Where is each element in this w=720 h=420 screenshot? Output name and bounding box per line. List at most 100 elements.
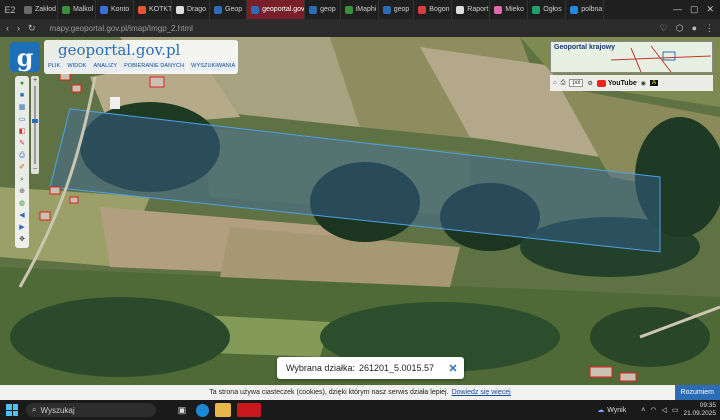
windows-taskbar: ⌕ Wyszukaj ▣ ☁ Wynik ˄ ◠ ◁ ▭ 09:35 21.09.… xyxy=(0,400,720,420)
tab-favicon-icon xyxy=(100,5,108,14)
tab-favicon-icon xyxy=(251,5,260,14)
contrast-icon[interactable]: A xyxy=(650,80,659,86)
layers-icon[interactable]: ■ xyxy=(17,90,27,101)
browser-tab[interactable]: iMaphi xyxy=(341,0,379,19)
globe-icon[interactable]: ◍ xyxy=(17,198,27,209)
weather-icon: ☁ xyxy=(597,407,605,414)
forward-arrow-icon[interactable]: ▶ xyxy=(17,222,27,233)
zoom-track[interactable] xyxy=(32,86,38,164)
language-select[interactable]: pol xyxy=(569,79,584,87)
back-icon[interactable]: ‹ xyxy=(6,23,9,33)
search-icon[interactable]: ⌕ xyxy=(17,174,27,185)
profile-icon[interactable]: ● xyxy=(692,23,697,33)
settings-icon[interactable]: ⚙ xyxy=(587,80,592,87)
minimize-icon[interactable]: — xyxy=(673,4,682,15)
network-icon[interactable]: ◠ xyxy=(650,406,656,414)
url-field[interactable]: mapy.geoportal.gov.pl/imap/Imgp_2.html xyxy=(50,24,193,33)
active-app-icon[interactable] xyxy=(237,403,261,417)
extensions-icon[interactable]: ⬡ xyxy=(676,23,684,34)
browser-tab[interactable]: Zakłod xyxy=(20,0,58,19)
volume-icon[interactable]: ◁ xyxy=(661,406,666,414)
menu-plik[interactable]: PLIK xyxy=(46,61,63,71)
menu-pobieranie-danych[interactable]: POBIERANIE DANYCH xyxy=(122,61,187,71)
tab-label: KOTKT xyxy=(149,6,172,13)
print-icon[interactable]: ⎙ xyxy=(17,150,27,161)
tab-label: Ogłos xyxy=(543,6,562,13)
edit-icon[interactable]: ✐ xyxy=(17,162,27,173)
window-controls: — ▢ ✕ xyxy=(673,4,720,15)
youtube-icon xyxy=(596,79,606,87)
main-menu: PLIK WIDOK ANALIZY POBIERANIE DANYCH WYS… xyxy=(46,61,238,71)
cookie-accept-button[interactable]: Rozumiem xyxy=(674,385,720,400)
browser-tab[interactable]: geop xyxy=(305,0,341,19)
pinned-tab[interactable]: E2 xyxy=(0,0,20,19)
zoom-box-icon[interactable]: ⊕ xyxy=(17,186,27,197)
browser-tab[interactable]: geoportal.gov xyxy=(247,0,306,19)
bookmark-icon[interactable]: ♡ xyxy=(660,23,668,34)
menu-wyszukiwania[interactable]: WYSZUKIWANIA xyxy=(189,61,238,71)
close-window-icon[interactable]: ✕ xyxy=(706,4,714,15)
browser-tab[interactable]: Bogon xyxy=(414,0,453,19)
zoom-in-button[interactable]: + xyxy=(33,77,37,84)
menu-analizy[interactable]: ANALIZY xyxy=(91,61,120,71)
browser-tab[interactable]: Ogłos xyxy=(528,0,567,19)
select-icon[interactable]: ◧ xyxy=(17,126,27,137)
pan-icon[interactable]: ✥ xyxy=(17,234,27,245)
back-arrow-icon[interactable]: ◀ xyxy=(17,210,27,221)
forward-icon[interactable]: › xyxy=(17,23,20,33)
tab-favicon-icon xyxy=(456,5,465,14)
print-small-icon[interactable]: ⎙ xyxy=(561,80,566,87)
browser-tab[interactable]: Konto xyxy=(96,0,134,19)
reload-icon[interactable]: ↻ xyxy=(28,23,36,34)
browser-tab[interactable]: Malkol xyxy=(58,0,96,19)
close-icon[interactable]: ✕ xyxy=(442,357,464,379)
edge-icon[interactable] xyxy=(196,403,209,417)
browser-tab[interactable]: polbna xyxy=(566,0,605,19)
tab-favicon-icon xyxy=(176,5,184,14)
taskbar-search[interactable]: ⌕ Wyszukaj xyxy=(26,403,156,417)
start-icon[interactable] xyxy=(6,404,18,416)
cookie-more-link[interactable]: Dowiedz się więcej xyxy=(452,389,511,396)
maximize-icon[interactable]: ▢ xyxy=(690,4,699,15)
youtube-link[interactable]: YouTube xyxy=(596,79,637,87)
map-toolbar: ● ■ ▦ ▭ ◧ ✎ ⎙ ✐ ⌕ ⊕ ◍ ◀ ▶ ✥ xyxy=(15,76,29,248)
tab-strip: E2 Zakłod Malkol Konto KOTKT Drago Geop geopor… xyxy=(0,0,720,19)
browser-tab[interactable]: Mieko xyxy=(490,0,529,19)
file-explorer-icon[interactable] xyxy=(215,403,231,417)
tab-label: Malkol xyxy=(73,6,94,13)
tray-expand-icon[interactable]: ˄ xyxy=(641,407,645,414)
browser-tab[interactable]: Drago xyxy=(172,0,210,19)
weather-widget[interactable]: ☁ Wynik xyxy=(597,406,627,415)
info-icon[interactable]: ● xyxy=(17,78,27,89)
zoom-thumb[interactable] xyxy=(32,118,38,123)
home-icon[interactable]: ⌂ xyxy=(553,80,557,86)
tab-label: Drago xyxy=(187,6,207,13)
browser-tab[interactable]: KOTKT xyxy=(134,0,172,19)
menu-widok[interactable]: WIDOK xyxy=(65,61,89,71)
clock[interactable]: 09:35 21.09.2025 xyxy=(683,402,716,418)
tab-label: polbna xyxy=(581,6,603,13)
brand-name[interactable]: geoportal.gov.pl xyxy=(58,41,180,59)
overview-map[interactable]: Geoportal krajowy xyxy=(550,41,713,73)
draw-icon[interactable]: ✎ xyxy=(17,138,27,149)
menu-icon[interactable]: ⋮ xyxy=(705,23,714,34)
geoportal-logo[interactable]: g xyxy=(10,42,40,72)
measure-icon[interactable]: ▭ xyxy=(17,114,27,125)
accessibility-icon[interactable]: ◉ xyxy=(641,80,646,87)
zoom-slider[interactable]: + − xyxy=(31,76,39,174)
tab-favicon-icon xyxy=(570,5,579,14)
zoom-out-button[interactable]: − xyxy=(33,166,37,173)
table-icon[interactable]: ▦ xyxy=(17,102,27,113)
battery-icon[interactable]: ▭ xyxy=(672,406,679,414)
browser-tab[interactable]: geop xyxy=(379,0,415,19)
parcel-label: Wybrana działka: xyxy=(286,363,355,373)
taskbar-search-label: Wyszukaj xyxy=(40,405,75,415)
cookie-banner: Ta strona używa ciasteczek (cookies), dz… xyxy=(0,385,720,400)
tab-favicon-icon xyxy=(344,5,353,14)
browser-tab[interactable]: Raport xyxy=(452,0,491,19)
tab-favicon-icon xyxy=(494,5,503,14)
parcel-value: 261201_5.0015.57 xyxy=(358,363,435,373)
task-view-icon[interactable]: ▣ xyxy=(174,403,190,417)
weather-label: Wynik xyxy=(607,406,627,414)
browser-tab[interactable]: Geop xyxy=(210,0,248,19)
